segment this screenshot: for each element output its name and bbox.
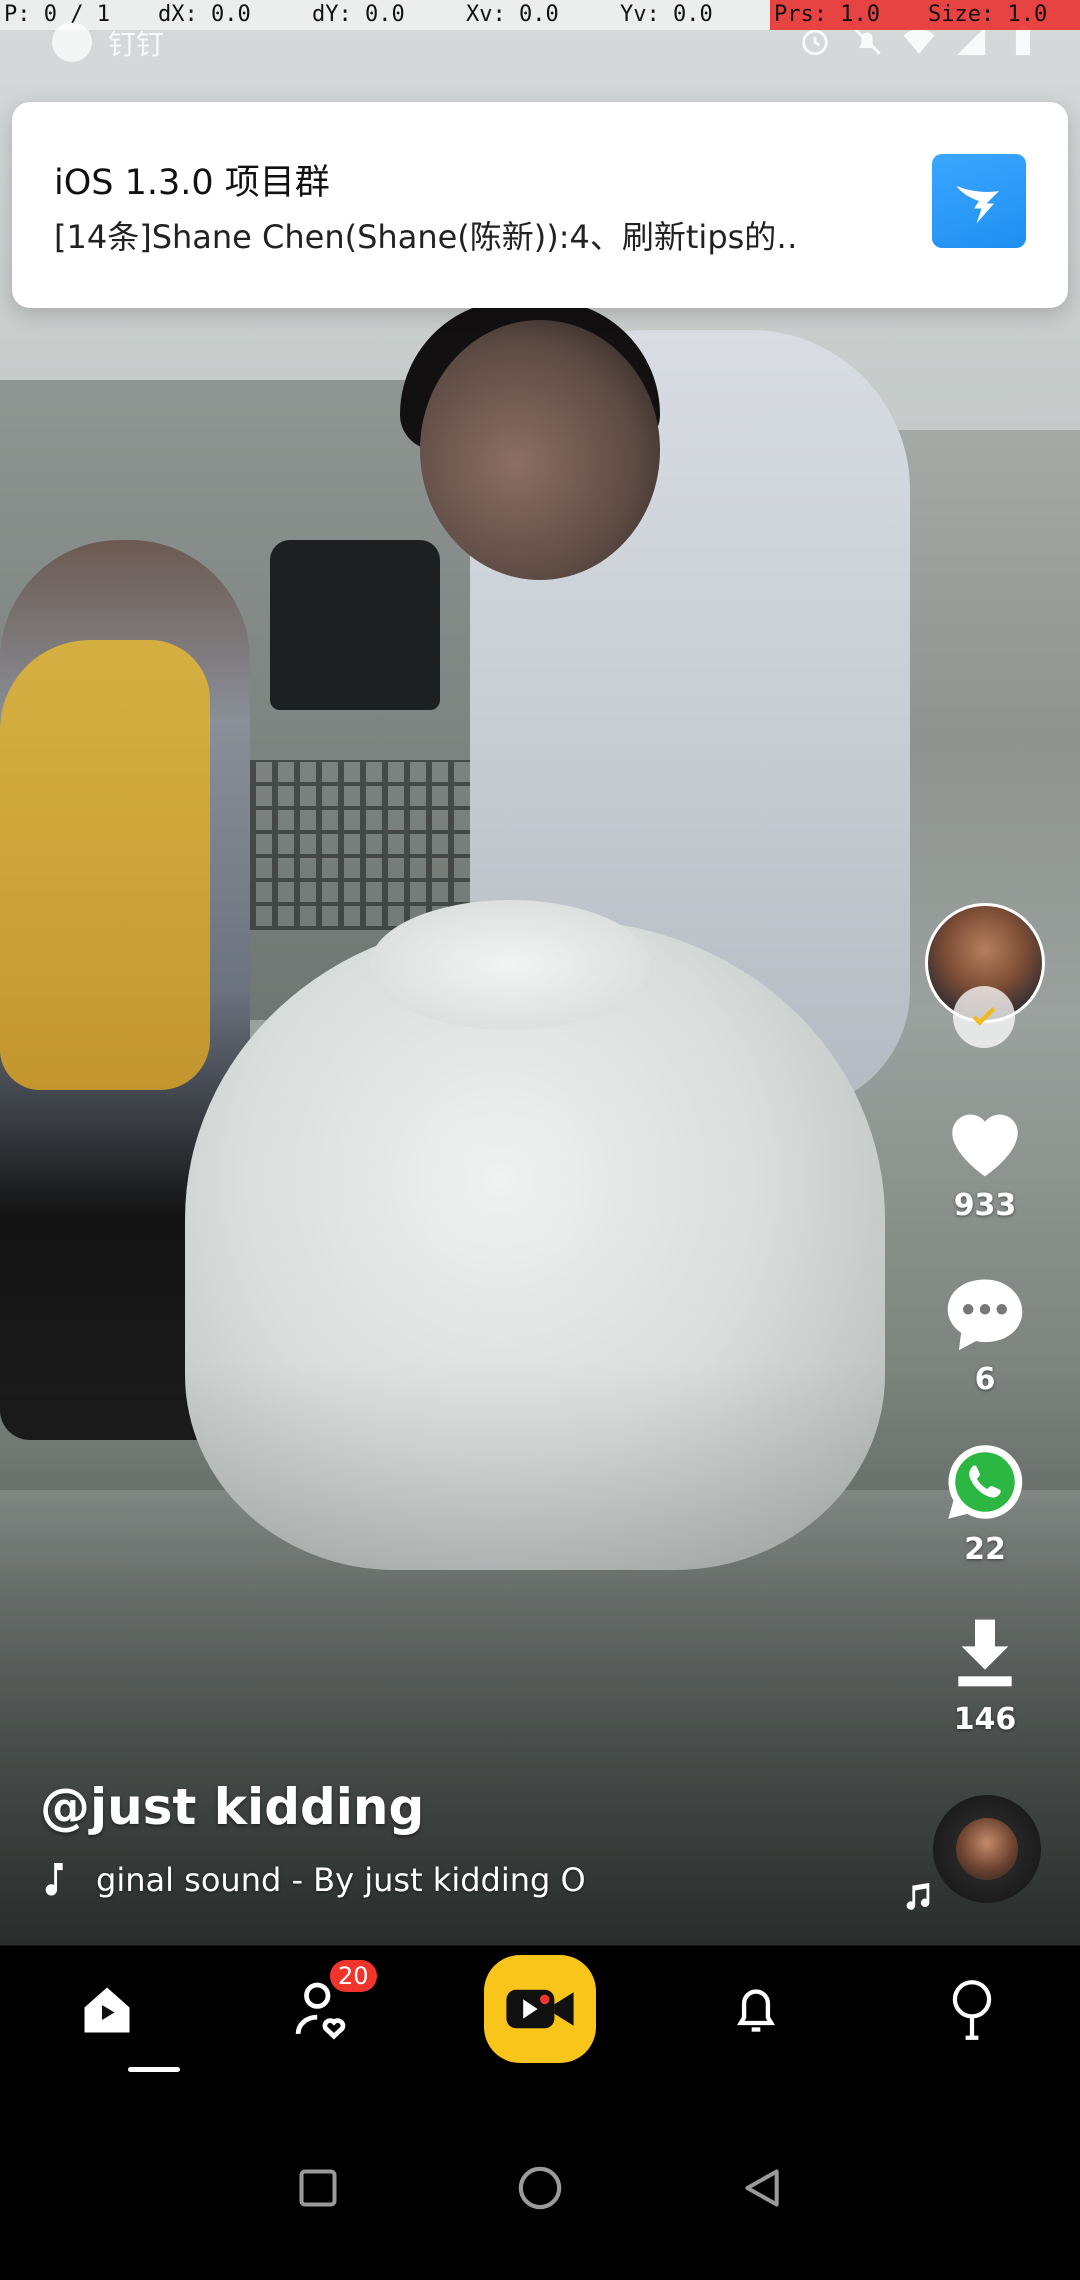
nav-home[interactable] [47, 1946, 180, 2073]
touch-debug-overlay: P: 0 / 1 dX: 0.0 dY: 0.0 Xv: 0.0 Yv: 0.0… [0, 0, 1080, 30]
sound-disc[interactable] [933, 1795, 1041, 1903]
music-notes-icon [906, 1882, 930, 1910]
debug-pointer: P: 0 / 1 [0, 0, 154, 30]
like-count: 933 [953, 1188, 1017, 1223]
notification-body: [14条]Shane Chen(Shane(陈新)):4、刷新tips的‥ [54, 218, 798, 256]
debug-dy: dY: 0.0 [308, 0, 462, 30]
sound-disc-avatar [956, 1818, 1018, 1880]
recents-button[interactable] [288, 2158, 348, 2218]
follow-check-icon[interactable] [953, 986, 1015, 1048]
record-button[interactable] [484, 1955, 596, 2063]
system-nav-bar [0, 2072, 1080, 2280]
notification-card[interactable]: iOS 1.3.0 项目群 [14条]Shane Chen(Shane(陈新))… [12, 102, 1068, 308]
download-button[interactable]: 146 [925, 1612, 1045, 1737]
nav-notifications[interactable] [696, 1946, 816, 2073]
comment-icon [947, 1279, 1023, 1351]
comment-count: 6 [974, 1362, 996, 1397]
download-count: 146 [953, 1702, 1017, 1737]
video-camera-icon [506, 1989, 574, 2029]
back-button[interactable] [732, 2158, 792, 2218]
dingtalk-icon [932, 154, 1026, 248]
music-note-icon [45, 1863, 63, 1896]
like-button[interactable]: 933 [925, 1100, 1045, 1223]
sound-name: ginal sound - By just kidding O [96, 1861, 586, 1899]
nav-profile[interactable] [912, 1946, 1032, 2073]
whatsapp-icon [948, 1445, 1023, 1519]
home-icon [84, 1987, 130, 2032]
debug-yv: Yv: 0.0 [616, 0, 770, 30]
creator-username[interactable]: @just kidding [40, 1778, 424, 1836]
debug-size: Size: 1.0 [924, 0, 1080, 30]
debug-dx: dX: 0.0 [154, 0, 308, 30]
debug-xv: Xv: 0.0 [462, 0, 616, 30]
debug-pressure: Prs: 1.0 [770, 0, 924, 30]
whatsapp-share-button[interactable]: 22 [925, 1440, 1045, 1567]
share-count: 22 [964, 1532, 1006, 1567]
notification-title: iOS 1.3.0 项目群 [54, 163, 330, 203]
circle-icon [518, 2166, 562, 2210]
system-home-button[interactable] [510, 2158, 570, 2218]
square-icon [299, 2169, 337, 2207]
download-icon [958, 1619, 1012, 1687]
heart-icon [952, 1114, 1018, 1177]
friends-badge: 20 [330, 1960, 377, 1992]
triangle-back-icon [745, 2169, 779, 2207]
profile-icon [952, 1979, 992, 2040]
sound-row[interactable]: ginal sound - By just kidding O [40, 1860, 596, 1900]
comment-button[interactable]: 6 [925, 1272, 1045, 1397]
bell-icon [737, 1988, 775, 2032]
